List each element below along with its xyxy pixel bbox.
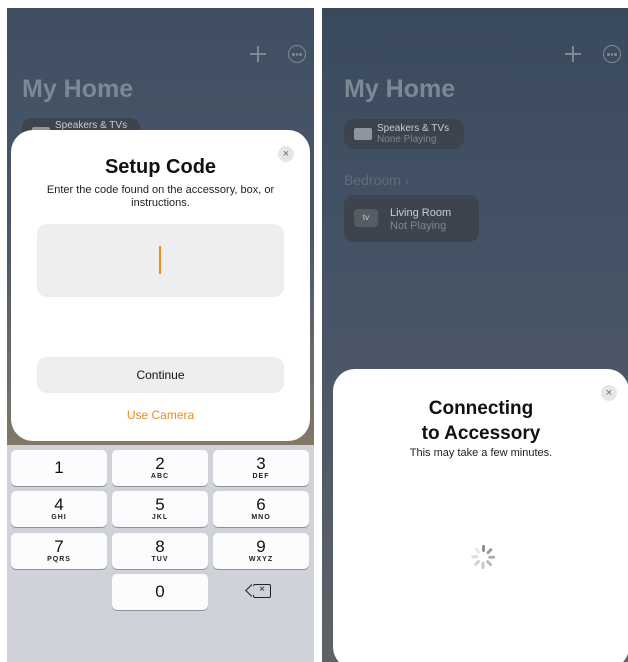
top-toolbar (250, 45, 306, 63)
key-6[interactable]: 6 MNO (213, 491, 309, 527)
key-0[interactable]: 0 (112, 574, 208, 610)
more-options-icon[interactable] (603, 45, 621, 63)
living-room-tile[interactable]: tv Living Room Not Playing (344, 195, 479, 242)
key-7[interactable]: 7 PQRS (11, 533, 107, 569)
modal-subtitle: Enter the code found on the accessory, b… (46, 184, 275, 209)
home-title: My Home (22, 75, 134, 103)
setup-code-input[interactable] (37, 224, 284, 297)
sheet-title: Connecting to Accessory (333, 396, 628, 446)
loading-spinner-icon (471, 545, 496, 569)
more-options-icon[interactable] (288, 45, 306, 63)
connecting-sheet: × Connecting to Accessory This may take … (333, 369, 628, 662)
bedroom-section-label[interactable]: Bedroom › (344, 172, 409, 188)
continue-button[interactable]: Continue (37, 357, 284, 393)
key-2[interactable]: 2 ABC (112, 450, 208, 486)
tile-status: Not Playing (390, 220, 447, 232)
delete-key[interactable]: × (241, 576, 281, 604)
key-1[interactable]: 1 (11, 450, 107, 486)
setup-code-screen: My Home Speakers & TVs × Setup Code Ente… (7, 8, 314, 662)
use-camera-button[interactable]: Use Camera (11, 408, 310, 422)
setup-code-modal: × Setup Code Enter the code found on the… (11, 130, 310, 441)
add-plus-icon[interactable] (565, 46, 581, 62)
sheet-title-line2: to Accessory (421, 423, 541, 444)
top-toolbar (565, 45, 621, 63)
add-plus-icon[interactable] (250, 46, 266, 62)
tile-title: Speakers & TVs (377, 123, 450, 134)
backspace-icon: × (253, 584, 271, 598)
key-4[interactable]: 4 GHI (11, 491, 107, 527)
key-8[interactable]: 8 TUV (112, 533, 208, 569)
speaker-icon (354, 128, 372, 140)
speakers-tvs-tile[interactable]: Speakers & TVs None Playing (344, 119, 464, 149)
key-9[interactable]: 9 WXYZ (213, 533, 309, 569)
connecting-screen: My Home Speakers & TVs None Playing Bedr… (322, 8, 628, 662)
key-3[interactable]: 3 DEF (213, 450, 309, 486)
text-caret (159, 246, 161, 274)
sheet-title-line1: Connecting (428, 398, 534, 419)
numeric-keypad: 1 2 ABC 3 DEF 4 GHI 5 JKL 6 MNO 7 PQRS 8 TUV 9W… (7, 445, 314, 662)
tile-status: None Playing (377, 134, 437, 145)
apple-tv-icon: tv (354, 209, 378, 227)
sheet-subtitle: This may take a few minutes. (409, 447, 553, 459)
tile-title: Living Room (390, 207, 452, 219)
home-title: My Home (344, 75, 456, 103)
modal-title: Setup Code (104, 156, 217, 178)
key-5[interactable]: 5 JKL (112, 491, 208, 527)
